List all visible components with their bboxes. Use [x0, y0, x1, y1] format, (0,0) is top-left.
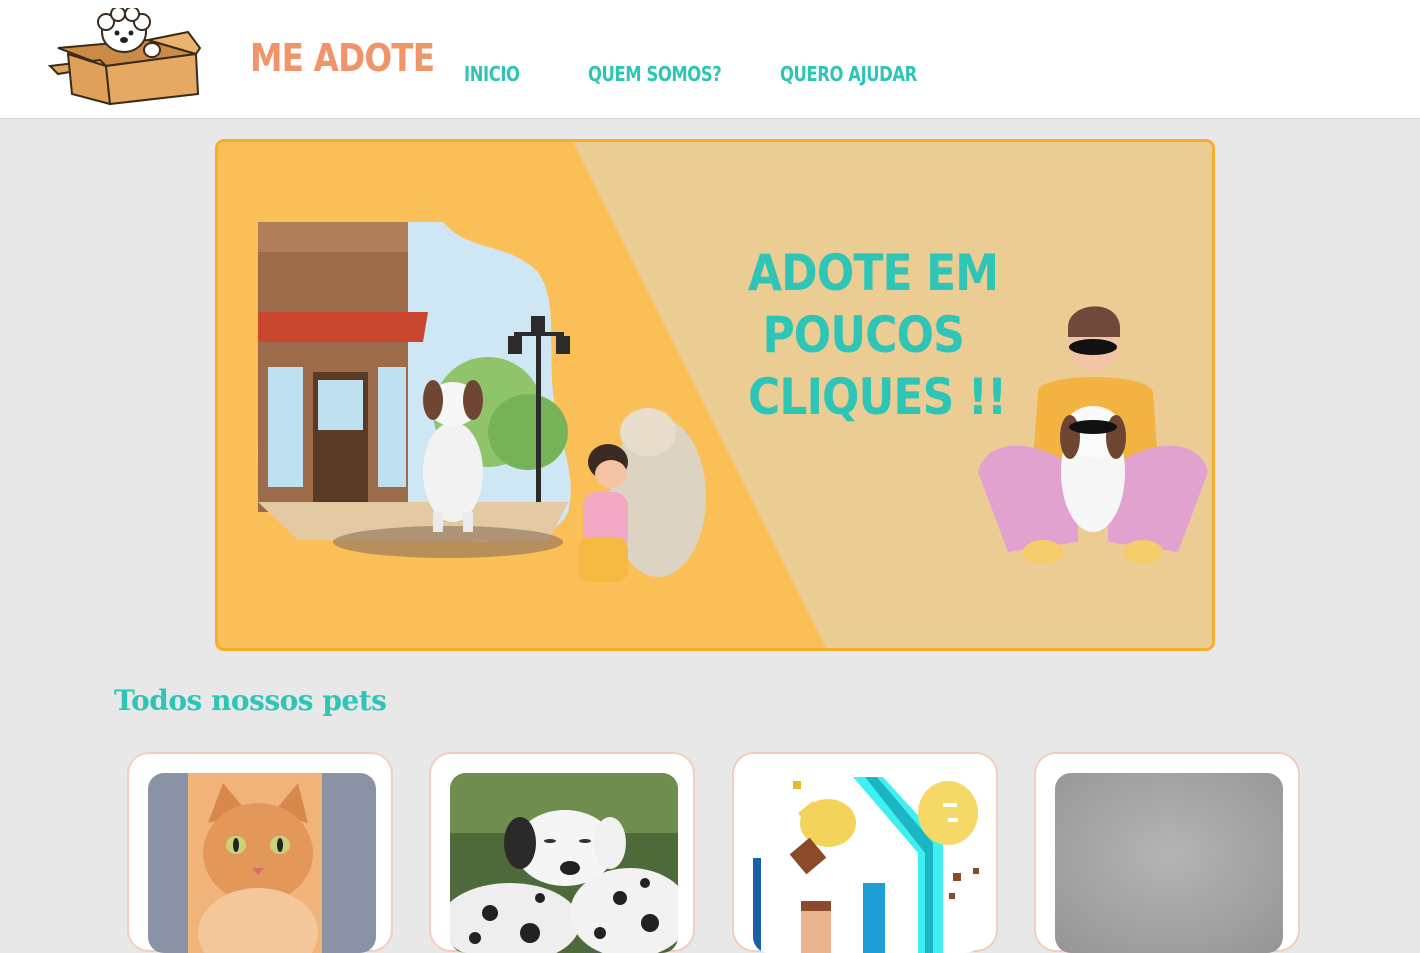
pet-photo-gray[interactable] [1055, 773, 1283, 953]
pet-card[interactable] [127, 752, 393, 953]
logo-dog-in-box-icon[interactable] [47, 6, 204, 108]
hero-illustration [257, 142, 1212, 648]
nav-link-inicio[interactable]: INICIO [464, 62, 520, 86]
pet-card[interactable] [429, 752, 695, 953]
pet-photo-cleaning-illustration[interactable] [753, 773, 981, 953]
brand-title[interactable]: ME ADOTE [250, 36, 435, 80]
pet-photo-dalmatians[interactable] [450, 773, 678, 953]
top-navbar: ME ADOTE INICIO QUEM SOMOS? QUERO AJUDAR [0, 0, 1420, 119]
pet-photo-cat[interactable] [148, 773, 376, 953]
banner-headline: ADOTE EM POUCOS CLIQUES !! [748, 244, 1007, 426]
pet-card[interactable] [1034, 752, 1300, 953]
pet-card[interactable] [732, 752, 998, 953]
hero-banner: ADOTE EM POUCOS CLIQUES !! [215, 139, 1215, 651]
nav-link-quem-somos[interactable]: QUEM SOMOS? [588, 62, 722, 86]
nav-link-quero-ajudar[interactable]: QUERO AJUDAR [780, 62, 917, 86]
pets-section-title: Todos nossos pets [114, 684, 387, 717]
